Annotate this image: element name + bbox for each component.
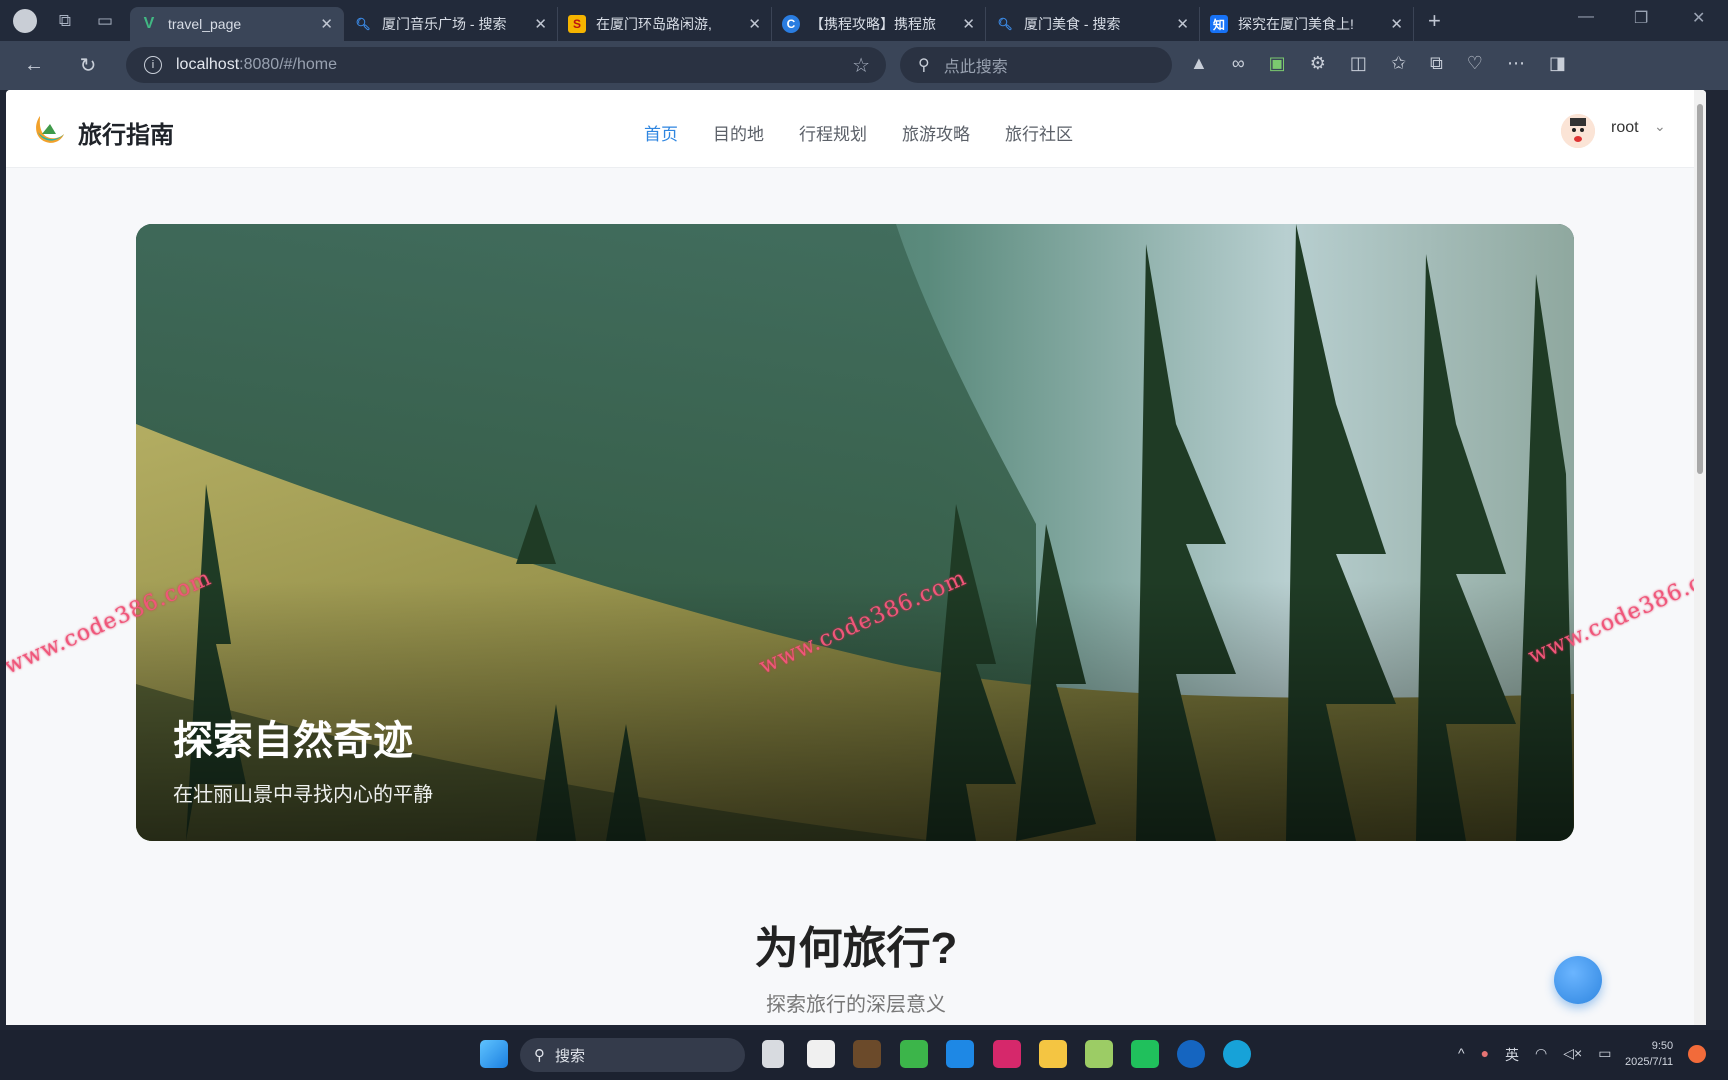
ctrip-icon: C xyxy=(782,15,800,33)
close-tab-icon[interactable]: ✕ xyxy=(534,15,547,33)
system-tray: ^ ● 英 ◠ ◁× ▭ xyxy=(1458,1045,1611,1065)
search-icon: 🔍︎ xyxy=(996,15,1014,33)
profile-icon[interactable] xyxy=(10,6,40,36)
tab-zhihu[interactable]: 知探究在厦门美食上!✕ xyxy=(1200,7,1414,41)
minimize-button[interactable]: — xyxy=(1578,8,1594,26)
close-tab-icon[interactable]: ✕ xyxy=(1390,15,1403,33)
close-tab-icon[interactable]: ✕ xyxy=(1176,15,1189,33)
reader-icon[interactable]: ∞ xyxy=(1232,53,1245,74)
volume-icon[interactable]: ◁× xyxy=(1563,1045,1582,1065)
store-icon[interactable] xyxy=(807,1040,835,1068)
info-icon[interactable]: i xyxy=(144,56,162,74)
maximize-button[interactable]: ❐ xyxy=(1634,8,1648,28)
chevron-down-icon[interactable]: ⌄ xyxy=(1654,118,1666,135)
browser-tab-bar: ⧉ ▭ Vtravel_page✕ 🔍︎厦门音乐广场 - 搜索✕ S在厦门环岛路… xyxy=(0,0,1728,41)
hero-title: 探索自然奇迹 xyxy=(173,708,413,766)
download-extension-icon[interactable]: ▣ xyxy=(1269,53,1286,74)
search-icon: ⚲ xyxy=(534,1046,545,1064)
wechat-icon[interactable] xyxy=(1131,1040,1159,1068)
nav-guides[interactable]: 旅游攻略 xyxy=(902,120,970,145)
logo-icon[interactable] xyxy=(32,112,66,146)
address-bar[interactable]: i localhost:8080/#/home ☆ xyxy=(126,47,886,83)
web-page: 旅行指南 首页 目的地 行程规划 旅游攻略 旅行社区 root ⌄ 探索自然奇迹… xyxy=(6,90,1706,1025)
tab-actions-icon[interactable]: ▭ xyxy=(90,6,120,36)
close-tab-icon[interactable]: ✕ xyxy=(320,15,333,33)
clock[interactable]: 9:502025/7/11 xyxy=(1625,1038,1673,1070)
username[interactable]: root xyxy=(1611,119,1639,137)
nav-destinations[interactable]: 目的地 xyxy=(713,120,764,145)
scrollbar-thumb[interactable] xyxy=(1697,104,1703,474)
browser-search-input[interactable]: ⚲点此搜索 xyxy=(900,47,1172,83)
chevron-up-icon[interactable]: ^ xyxy=(1458,1045,1465,1065)
more-icon[interactable]: ⋯ xyxy=(1507,53,1525,74)
close-tab-icon[interactable]: ✕ xyxy=(962,15,975,33)
main-nav: 首页 目的地 行程规划 旅游攻略 旅行社区 xyxy=(644,120,1073,145)
section-subtitle: 探索旅行的深层意义 xyxy=(6,988,1706,1017)
site-header: 旅行指南 首页 目的地 行程规划 旅游攻略 旅行社区 root ⌄ xyxy=(6,90,1706,168)
avatar[interactable] xyxy=(1561,114,1595,148)
battery-icon[interactable]: ▭ xyxy=(1598,1045,1611,1065)
close-tab-icon[interactable]: ✕ xyxy=(748,15,761,33)
hero-banner[interactable]: 探索自然奇迹 在壮丽山景中寻找内心的平静 xyxy=(136,224,1574,841)
task-view-icon[interactable] xyxy=(762,1040,784,1068)
app-icon[interactable] xyxy=(853,1040,881,1068)
tab-search-food[interactable]: 🔍︎厦门美食 - 搜索✕ xyxy=(986,7,1200,41)
browser-essentials-icon[interactable]: ♡ xyxy=(1467,53,1483,74)
minecraft-icon[interactable] xyxy=(900,1040,928,1068)
vue-icon: V xyxy=(140,15,158,33)
sidebar-icon[interactable]: ◨ xyxy=(1549,53,1566,74)
new-tab-button[interactable]: + xyxy=(1428,8,1441,34)
favorites-icon[interactable]: ✩ xyxy=(1391,53,1406,74)
file-explorer-icon[interactable] xyxy=(1039,1040,1067,1068)
tab-travel-page[interactable]: Vtravel_page✕ xyxy=(130,7,344,41)
section-title: 为何旅行? xyxy=(6,912,1706,976)
nav-community[interactable]: 旅行社区 xyxy=(1005,120,1073,145)
search-icon: 🔍︎ xyxy=(354,15,372,33)
lenovo-icon[interactable] xyxy=(1177,1040,1205,1068)
tab-search-music-square[interactable]: 🔍︎厦门音乐广场 - 搜索✕ xyxy=(344,7,558,41)
wifi-icon[interactable]: ◠ xyxy=(1535,1045,1547,1065)
taskbar: ⚲搜索 ^ ● 英 ◠ ◁× ▭ 9:502025/7/11 xyxy=(0,1030,1728,1080)
notepad-icon[interactable] xyxy=(1085,1040,1113,1068)
workspaces-icon[interactable]: ⧉ xyxy=(50,6,80,36)
reload-icon[interactable]: ↻ xyxy=(68,53,108,78)
nav-itinerary[interactable]: 行程规划 xyxy=(799,120,867,145)
s-icon: S xyxy=(568,15,586,33)
taskbar-search[interactable]: ⚲搜索 xyxy=(520,1038,745,1072)
close-window-button[interactable]: ✕ xyxy=(1692,8,1705,28)
start-icon[interactable] xyxy=(480,1040,508,1068)
zhihu-icon: 知 xyxy=(1210,15,1228,33)
split-screen-icon[interactable]: ◫ xyxy=(1350,53,1367,74)
brand-name[interactable]: 旅行指南 xyxy=(78,115,174,150)
floating-action-button[interactable] xyxy=(1554,956,1602,1004)
tray-app-icon[interactable]: ● xyxy=(1481,1045,1489,1065)
nav-home[interactable]: 首页 xyxy=(644,120,678,145)
edge-icon[interactable] xyxy=(1223,1040,1251,1068)
collections-icon[interactable]: ⧉ xyxy=(1430,53,1443,74)
ime-indicator[interactable]: 英 xyxy=(1505,1045,1519,1065)
notification-icon[interactable] xyxy=(1688,1045,1706,1063)
tab-island-road[interactable]: S在厦门环岛路闲游,✕ xyxy=(558,7,772,41)
tab-ctrip[interactable]: C【携程攻略】携程旅✕ xyxy=(772,7,986,41)
extension-icon[interactable]: ▲ xyxy=(1190,53,1208,74)
intellij-icon[interactable] xyxy=(993,1040,1021,1068)
scrollbar[interactable] xyxy=(1694,90,1706,1025)
vscode-icon[interactable] xyxy=(946,1040,974,1068)
browser-toolbar: ← ↻ i localhost:8080/#/home ☆ ⚲点此搜索 ▲ ∞ … xyxy=(0,41,1728,90)
extensions-icon[interactable]: ⚙ xyxy=(1310,53,1326,74)
search-icon: ⚲ xyxy=(918,55,930,75)
back-icon[interactable]: ← xyxy=(14,54,54,77)
favorite-star-icon[interactable]: ☆ xyxy=(852,53,870,78)
hero-subtitle: 在壮丽山景中寻找内心的平静 xyxy=(173,778,433,807)
